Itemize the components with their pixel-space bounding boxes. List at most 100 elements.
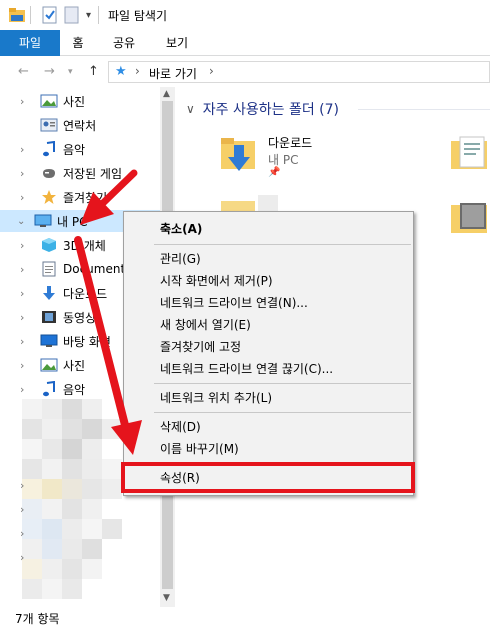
menu-item-rename[interactable]: 이름 바꾸기(M) <box>124 438 413 460</box>
this-pc-icon <box>34 213 52 229</box>
expand-icon[interactable]: › <box>20 359 24 372</box>
context-menu: 축소(A) 관리(G) 시작 화면에서 제거(P) 네트워크 드라이브 연결(N… <box>123 211 414 496</box>
group-divider <box>358 109 490 110</box>
pin-icon: 📌 <box>268 167 281 178</box>
nav-item-label: 바탕 화면 <box>63 334 111 349</box>
scroll-up-icon[interactable]: ▲ <box>163 89 170 99</box>
up-icon[interactable]: ↑ <box>88 64 99 79</box>
new-folder-icon[interactable] <box>64 6 80 24</box>
nav-item-label: 즐겨찾기 <box>63 190 108 205</box>
back-icon[interactable]: ← <box>18 64 29 79</box>
status-bar: 7개 항목 <box>0 607 490 628</box>
nav-item-music[interactable]: › 음악 <box>0 138 160 160</box>
title-bar: ▾ 파일 탐색기 <box>0 0 490 30</box>
nav-item-label: 사진 <box>63 94 86 109</box>
pictures-icon <box>40 93 58 109</box>
folder-pictures-icon[interactable] <box>450 199 490 242</box>
menu-item-manage[interactable]: 관리(G) <box>124 248 413 270</box>
address-bar-row: ← → ▾ ↑ ★ › 바로 가기 › <box>0 57 490 87</box>
downloads-icon <box>40 285 58 301</box>
folder-name[interactable]: 다운로드 <box>268 134 312 151</box>
videos-icon <box>40 309 58 325</box>
nav-item-label: 내 PC <box>57 214 88 229</box>
menu-separator <box>154 412 411 413</box>
tab-share[interactable]: 공유 <box>104 30 144 56</box>
address-input[interactable]: ★ › 바로 가기 › <box>108 61 490 83</box>
collapse-icon[interactable]: ∨ <box>186 102 195 116</box>
folder-icon <box>8 6 26 24</box>
quick-access-icon: ★ <box>115 64 127 79</box>
tab-file[interactable]: 파일 <box>0 30 60 56</box>
breadcrumb-quick-access[interactable]: 바로 가기 <box>149 65 197 82</box>
menu-separator <box>154 383 411 384</box>
music-icon <box>40 381 58 397</box>
pictures-icon <box>40 357 58 373</box>
nav-item-label: 동영상 <box>63 310 97 325</box>
breadcrumb-separator[interactable]: › <box>135 64 140 78</box>
menu-item-unpin-start[interactable]: 시작 화면에서 제거(P) <box>124 270 413 292</box>
nav-item-label: 음악 <box>63 382 86 397</box>
folder-location: 내 PC <box>268 153 299 167</box>
highlight-box <box>121 462 415 493</box>
music-icon <box>40 141 58 157</box>
menu-item-disconnect-network-drive[interactable]: 네트워크 드라이브 연결 끊기(C)... <box>124 358 413 380</box>
customize-toolbar-icon[interactable]: ▾ <box>86 6 91 24</box>
recent-locations-icon[interactable]: ▾ <box>68 67 73 77</box>
toolbar-divider <box>98 6 99 24</box>
group-title: 자주 사용하는 폴더 (7) <box>202 102 340 118</box>
nav-item-label: Documents <box>63 262 132 276</box>
favorites-icon <box>40 189 58 205</box>
expand-icon[interactable]: › <box>20 551 24 564</box>
nav-item-contacts[interactable]: 연락처 <box>0 114 160 136</box>
ribbon: 파일 홈 공유 보기 <box>0 30 490 56</box>
nav-item-label: 저장된 게임 <box>63 166 123 181</box>
tab-view[interactable]: 보기 <box>157 30 197 56</box>
window-title: 파일 탐색기 <box>108 9 168 23</box>
menu-item-open-new-window[interactable]: 새 창에서 열기(E) <box>124 314 413 336</box>
expand-icon[interactable]: › <box>20 263 24 276</box>
expand-icon[interactable]: › <box>20 503 24 516</box>
expand-icon[interactable]: › <box>20 335 24 348</box>
expand-icon[interactable]: › <box>20 383 24 396</box>
item-count: 7개 항목 <box>15 612 60 626</box>
folder-downloads-icon[interactable] <box>220 135 258 178</box>
toolbar-divider <box>30 6 31 24</box>
nav-item-label: 연락처 <box>63 118 97 133</box>
menu-item-add-network-location[interactable]: 네트워크 위치 추가(L) <box>124 387 413 409</box>
nav-item-label: 3D 개체 <box>63 238 106 253</box>
nav-item-label: 다운로드 <box>63 286 108 301</box>
frequent-folders-header[interactable]: ∨ 자주 사용하는 폴더 (7) <box>186 99 339 119</box>
nav-item-label: 사진 <box>63 358 86 373</box>
forward-icon[interactable]: → <box>44 64 55 79</box>
expand-icon[interactable]: › <box>20 479 24 492</box>
nav-item-favorites[interactable]: › 즐겨찾기 <box>0 186 160 208</box>
expand-icon[interactable]: › <box>20 239 24 252</box>
menu-item-pin-quick-access[interactable]: 즐겨찾기에 고정 <box>124 336 413 358</box>
nav-item-pictures[interactable]: › 사진 <box>0 90 160 112</box>
3d-objects-icon <box>40 237 58 253</box>
expand-icon[interactable]: › <box>20 167 24 180</box>
breadcrumb-separator[interactable]: › <box>209 64 214 78</box>
menu-separator <box>154 244 411 245</box>
properties-icon[interactable] <box>42 6 58 24</box>
tab-home[interactable]: 홈 <box>62 30 94 56</box>
menu-item-map-network-drive[interactable]: 네트워크 드라이브 연결(N)... <box>124 292 413 314</box>
contacts-icon <box>40 117 58 133</box>
blurred-region <box>22 399 122 599</box>
menu-item-collapse[interactable]: 축소(A) <box>124 218 413 240</box>
documents-icon <box>40 261 58 277</box>
expand-icon[interactable]: › <box>20 95 24 108</box>
desktop-icon <box>40 333 58 349</box>
saved-games-icon <box>40 165 58 181</box>
nav-item-label: 음악 <box>63 142 86 157</box>
expand-icon[interactable]: › <box>20 311 24 324</box>
collapse-icon[interactable]: ⌄ <box>17 216 25 227</box>
nav-item-saved-games[interactable]: › 저장된 게임 <box>0 162 160 184</box>
expand-icon[interactable]: › <box>20 287 24 300</box>
expand-icon[interactable]: › <box>20 191 24 204</box>
expand-icon[interactable]: › <box>20 527 24 540</box>
menu-item-delete[interactable]: 삭제(D) <box>124 416 413 438</box>
folder-documents-icon[interactable] <box>450 135 490 178</box>
expand-icon[interactable]: › <box>20 143 24 156</box>
scroll-down-icon[interactable]: ▼ <box>163 593 170 603</box>
